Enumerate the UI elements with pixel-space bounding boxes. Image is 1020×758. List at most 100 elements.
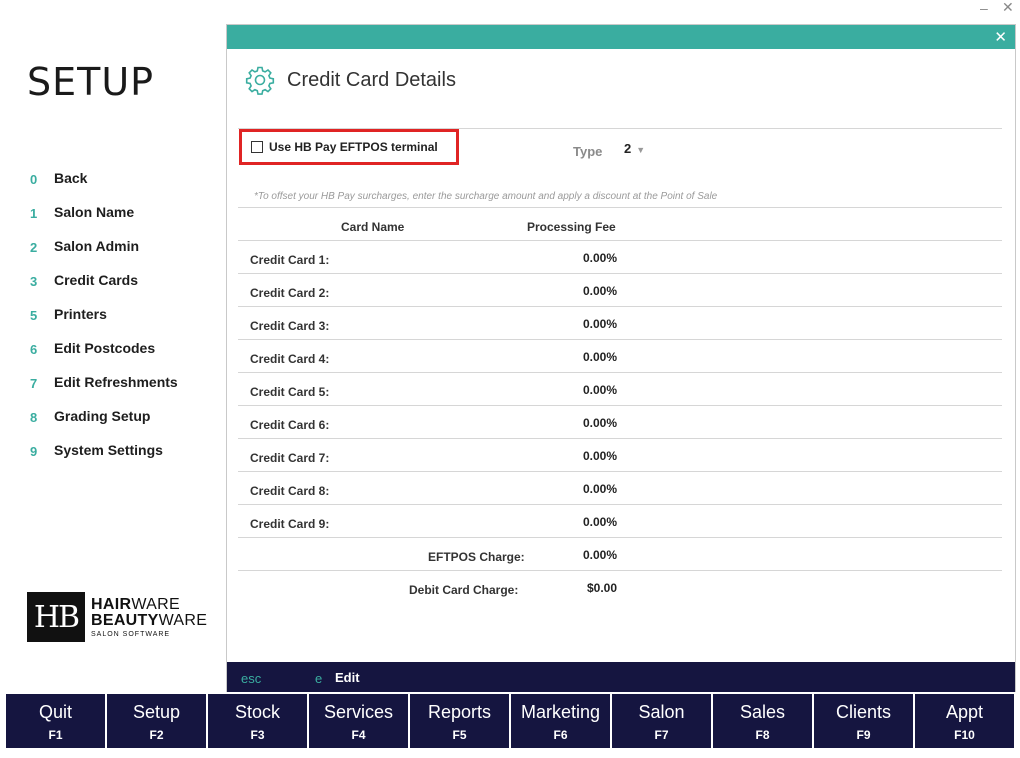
fkey-label: Marketing: [520, 702, 601, 722]
function-key-bar: Quit F1 Setup F2 Stock F3 Services F4 Report…: [6, 694, 1014, 748]
menu-item-system-settings[interactable]: 9 System Settings: [30, 442, 178, 476]
gear-icon: [245, 66, 275, 95]
menu-key: 6: [30, 342, 38, 357]
menu-item-salon-name[interactable]: 1 Salon Name: [30, 204, 178, 238]
debit-charge-value[interactable]: $0.00: [537, 581, 617, 595]
fkey-quit[interactable]: Quit F1: [6, 694, 105, 748]
credit-card-dialog: ✕ Credit Card Details Use HB Pay EFTPOS …: [226, 24, 1016, 692]
card-name-label: Credit Card 4:: [250, 352, 330, 366]
card-fee-value[interactable]: 0.00%: [537, 317, 617, 331]
esc-shortcut[interactable]: esc: [241, 671, 261, 686]
fkey-code: F1: [48, 728, 63, 742]
menu-item-printers[interactable]: 5 Printers: [30, 306, 178, 340]
menu-label: Salon Name: [54, 204, 135, 220]
fkey-code: F6: [553, 728, 568, 742]
fkey-code: F9: [856, 728, 871, 742]
menu-label: Edit Postcodes: [54, 340, 156, 356]
card-fee-value[interactable]: 0.00%: [537, 416, 617, 430]
fkey-label: Services: [323, 702, 394, 722]
fkey-label: Stock: [234, 702, 281, 722]
menu-item-salon-admin[interactable]: 2 Salon Admin: [30, 238, 178, 272]
fkey-code: F3: [250, 728, 265, 742]
fkey-appt[interactable]: Appt F10: [915, 694, 1014, 748]
fkey-marketing[interactable]: Marketing F6: [511, 694, 610, 748]
close-icon[interactable]: ✕: [994, 28, 1007, 46]
menu-label: Printers: [54, 306, 107, 322]
row-divider: [238, 273, 1002, 274]
fkey-code: F7: [654, 728, 669, 742]
menu-key: 3: [30, 274, 38, 289]
logo-text: HAIRWARE BEAUTYWARE SALON SOFTWARE: [91, 595, 207, 638]
menu-item-credit-cards[interactable]: 3 Credit Cards: [30, 272, 178, 306]
row-divider: [238, 504, 1002, 505]
card-fee-value[interactable]: 0.00%: [537, 350, 617, 364]
window-close-button[interactable]: ✕: [1002, 0, 1014, 16]
fkey-stock[interactable]: Stock F3: [208, 694, 307, 748]
chevron-down-icon: ▼: [636, 145, 646, 155]
card-name-label: Credit Card 5:: [250, 385, 330, 399]
fkey-code: F8: [755, 728, 770, 742]
card-fee-value[interactable]: 0.00%: [537, 251, 617, 265]
fkey-label: Setup: [132, 702, 181, 722]
card-name-label: Credit Card 7:: [250, 451, 330, 465]
menu-label: Edit Refreshments: [54, 374, 178, 390]
eftpos-checkbox-row[interactable]: Use HB Pay EFTPOS terminal: [239, 129, 459, 165]
card-name-label: Credit Card 9:: [250, 517, 330, 531]
menu-item-edit-refreshments[interactable]: 7 Edit Refreshments: [30, 374, 178, 408]
logo-mark: HB: [27, 592, 85, 642]
menu-item-edit-postcodes[interactable]: 6 Edit Postcodes: [30, 340, 178, 374]
card-name-label: Credit Card 3:: [250, 319, 330, 333]
card-fee-value[interactable]: 0.00%: [537, 482, 617, 496]
menu-label: Back: [54, 170, 88, 186]
hairware-logo: HB HAIRWARE BEAUTYWARE SALON SOFTWARE: [27, 592, 207, 642]
card-name-label: Credit Card 2:: [250, 286, 330, 300]
fkey-clients[interactable]: Clients F9: [814, 694, 913, 748]
card-fee-value[interactable]: 0.00%: [537, 449, 617, 463]
type-dropdown[interactable]: 2 ▼: [624, 141, 645, 156]
edit-button[interactable]: Edit: [335, 670, 360, 685]
menu-label: Salon Admin: [54, 238, 140, 254]
fkey-label: Clients: [835, 702, 892, 722]
fkey-salon[interactable]: Salon F7: [612, 694, 711, 748]
menu-label: Grading Setup: [54, 408, 151, 424]
logo-tagline: SALON SOFTWARE: [91, 630, 171, 638]
fkey-code: F10: [954, 728, 975, 742]
fkey-code: F4: [351, 728, 366, 742]
menu-item-back[interactable]: 0 Back: [30, 170, 178, 204]
menu-item-grading-setup[interactable]: 8 Grading Setup: [30, 408, 178, 442]
card-fee-value[interactable]: 0.00%: [537, 383, 617, 397]
surcharge-note: *To offset your HB Pay surcharges, enter…: [254, 191, 718, 202]
dialog-titlebar: ✕: [227, 25, 1015, 49]
fkey-setup[interactable]: Setup F2: [107, 694, 206, 748]
menu-key: 9: [30, 444, 38, 459]
fkey-sales[interactable]: Sales F8: [713, 694, 812, 748]
fkey-reports[interactable]: Reports F5: [410, 694, 509, 748]
fkey-label: Appt: [945, 702, 984, 722]
eftpos-checkbox[interactable]: [251, 141, 263, 153]
eftpos-checkbox-label: Use HB Pay EFTPOS terminal: [269, 140, 438, 154]
row-divider: [238, 339, 1002, 340]
dialog-header: Credit Card Details: [245, 65, 456, 95]
fkey-label: Salon: [638, 702, 685, 722]
setup-menu: 0 Back 1 Salon Name 2 Salon Admin 3 Cred…: [30, 170, 178, 476]
menu-key: 7: [30, 376, 38, 391]
fkey-label: Sales: [739, 702, 786, 722]
minimize-button[interactable]: –: [980, 0, 988, 16]
menu-label: System Settings: [54, 442, 163, 458]
divider: [238, 240, 1002, 241]
card-name-label: Credit Card 1:: [250, 253, 330, 267]
row-divider: [238, 537, 1002, 538]
fkey-code: F5: [452, 728, 467, 742]
edit-shortcut-key: e: [315, 671, 323, 686]
card-fee-value[interactable]: 0.00%: [537, 284, 617, 298]
column-header-processing-fee: Processing Fee: [527, 220, 616, 234]
fkey-services[interactable]: Services F4: [309, 694, 408, 748]
menu-key: 2: [30, 240, 38, 255]
eftpos-charge-value[interactable]: 0.00%: [537, 548, 617, 562]
row-divider: [238, 471, 1002, 472]
logo-line-hairware: HAIRWARE: [91, 595, 180, 613]
menu-key: 1: [30, 206, 38, 221]
page-title: SETUP: [27, 60, 155, 104]
card-fee-value[interactable]: 0.00%: [537, 515, 617, 529]
dialog-title: Credit Card Details: [287, 68, 456, 91]
